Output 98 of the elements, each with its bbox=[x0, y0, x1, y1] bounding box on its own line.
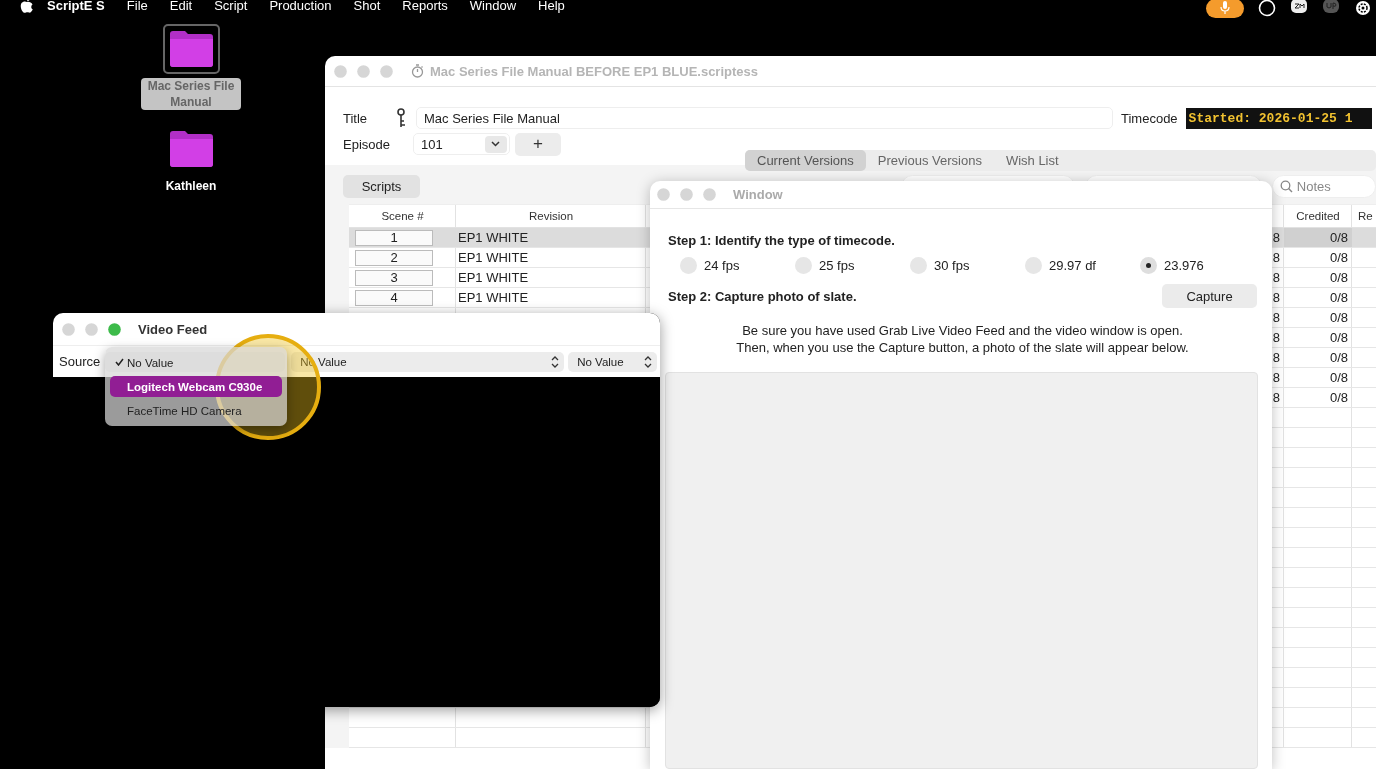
radio-button[interactable] bbox=[795, 257, 812, 274]
table-cell-text: 0/8 bbox=[1328, 369, 1349, 387]
step-heading: Step 2: Capture photo of slate. bbox=[668, 288, 857, 304]
table-cell-text: 8 bbox=[1271, 249, 1281, 267]
folder-label[interactable]: Kathleen bbox=[158, 178, 224, 194]
window-control-icon bbox=[380, 64, 393, 78]
table-cell-text: 8 bbox=[1271, 309, 1281, 327]
microphone-indicator[interactable] bbox=[1206, 0, 1244, 18]
table-cell-text: 8 bbox=[1271, 369, 1281, 387]
table-cell-text: 0/8 bbox=[1328, 349, 1349, 367]
menu-item[interactable]: Shot bbox=[353, 0, 381, 13]
radio-label[interactable]: 23.976 bbox=[1164, 258, 1204, 273]
step-heading: Step 1: Identify the type of timecode. bbox=[668, 233, 896, 248]
radio-button[interactable] bbox=[680, 257, 697, 274]
menu-item[interactable]: Production bbox=[269, 0, 332, 13]
dropdown[interactable]: No Value bbox=[568, 351, 658, 372]
window-control-icon bbox=[680, 188, 693, 201]
radio-button[interactable] bbox=[1140, 257, 1157, 274]
scripts-button[interactable]: Scripts bbox=[343, 175, 421, 198]
menu-item[interactable]: File bbox=[126, 0, 148, 13]
table-cell: 2 bbox=[355, 249, 433, 266]
window-control-icon bbox=[657, 188, 670, 201]
radio-label[interactable]: 30 fps bbox=[934, 258, 970, 273]
instruction-text: Be sure you have used Grab Live Video Feed and the video window is open. bbox=[742, 322, 1183, 339]
table-cell-text: 8 bbox=[1271, 329, 1281, 347]
table-cell-text: EP1 WHITE bbox=[457, 269, 530, 287]
add-button[interactable]: + bbox=[515, 132, 561, 156]
radio-label[interactable]: 25 fps bbox=[819, 258, 855, 273]
title-field[interactable]: Mac Series File Manual bbox=[416, 107, 1113, 129]
settings-icon bbox=[1354, 0, 1372, 17]
menu-item[interactable]: Reports bbox=[402, 0, 448, 13]
table-cell-text: 8 bbox=[1271, 349, 1281, 367]
column-header[interactable]: Credited bbox=[1284, 205, 1352, 227]
table-cell: 0/8 bbox=[1284, 228, 1352, 247]
table-cell-text: 8 bbox=[1271, 269, 1281, 287]
up-down-chevron-icon bbox=[550, 354, 561, 369]
table-cell-text: 0/8 bbox=[1328, 389, 1349, 407]
table-cell-text: EP1 WHITE bbox=[457, 289, 530, 307]
menu-item[interactable]: No Value bbox=[110, 352, 282, 373]
window-title: Video Feed bbox=[138, 321, 208, 337]
timecode-display: Started: 2026-01-25 1 bbox=[1185, 107, 1372, 129]
key-icon bbox=[397, 108, 407, 128]
radio-button[interactable] bbox=[910, 257, 927, 274]
menu-item[interactable]: Help bbox=[538, 0, 565, 13]
column-header[interactable]: Re bbox=[1352, 205, 1376, 227]
field-label: Title bbox=[343, 110, 369, 126]
table-cell: 4 bbox=[355, 289, 433, 306]
episode-dropdown[interactable]: 101 bbox=[413, 133, 510, 155]
instruction-text: Then, when you use the Capture button, a photo of the slate will appear below. bbox=[736, 339, 1189, 356]
menu-item[interactable]: FaceTime HD Camera bbox=[110, 400, 282, 421]
menu-item[interactable]: Edit bbox=[169, 0, 193, 13]
checkmark-icon bbox=[115, 358, 124, 366]
window-control-icon bbox=[357, 64, 370, 78]
capture-button[interactable]: Capture bbox=[1162, 284, 1257, 308]
table-cell-text: 8 bbox=[1271, 289, 1281, 307]
up-down-chevron-icon bbox=[643, 354, 654, 369]
field-label: Timecode bbox=[1121, 110, 1178, 126]
menu-item[interactable]: Logitech Webcam C930e bbox=[110, 376, 282, 397]
tab[interactable]: Previous Versions bbox=[865, 150, 994, 171]
menu-item[interactable]: Window bbox=[469, 0, 517, 13]
radio-label[interactable]: 29.97 df bbox=[1049, 258, 1096, 273]
app-icon bbox=[1290, 0, 1308, 14]
source-label: Source bbox=[59, 354, 101, 369]
window-control-icon bbox=[85, 322, 98, 336]
column-header[interactable]: Revision bbox=[456, 205, 646, 227]
folder-icon bbox=[168, 30, 214, 68]
table-cell: 1 bbox=[355, 229, 433, 246]
app-icon bbox=[1322, 0, 1340, 14]
search-field[interactable]: Notes bbox=[1271, 175, 1376, 198]
chevron-down-icon bbox=[491, 141, 501, 147]
window-control-icon bbox=[703, 188, 716, 201]
table-cell-text: 0/8 bbox=[1328, 329, 1349, 347]
table-cell-text: 0/8 bbox=[1328, 309, 1349, 327]
folder-icon bbox=[168, 130, 214, 168]
table-cell-text: 8 bbox=[1271, 229, 1281, 247]
table-cell-text: EP1 WHITE bbox=[457, 249, 530, 267]
search-icon bbox=[1279, 180, 1293, 193]
stopwatch-icon bbox=[411, 64, 424, 78]
apple-icon bbox=[20, 0, 34, 13]
tab[interactable]: Wish List bbox=[993, 150, 1071, 171]
radio-button[interactable] bbox=[1025, 257, 1042, 274]
table-cell-text: 0/8 bbox=[1328, 249, 1349, 267]
window-title: Mac Series File Manual BEFORE EP1 BLUE.scriptess bbox=[430, 63, 758, 79]
microphone-icon bbox=[1220, 1, 1230, 15]
radio-label[interactable]: 24 fps bbox=[704, 258, 740, 273]
table-cell-text: 0/8 bbox=[1328, 289, 1349, 307]
table-cell-text: EP1 WHITE bbox=[457, 229, 530, 247]
window-control-icon bbox=[62, 322, 75, 336]
menu-item[interactable]: Script bbox=[214, 0, 248, 13]
tab[interactable]: Current Versions bbox=[745, 150, 866, 171]
app-name[interactable]: ScriptE S bbox=[47, 0, 105, 13]
field-label: Episode bbox=[343, 136, 390, 152]
table-cell-text: 0/8 bbox=[1328, 269, 1349, 287]
table-cell: 3 bbox=[355, 269, 433, 286]
column-header[interactable]: Scene # bbox=[349, 205, 456, 227]
window-title: Window bbox=[733, 187, 783, 202]
table-cell-text: 8 bbox=[1271, 389, 1281, 407]
window-control-icon bbox=[334, 64, 347, 78]
